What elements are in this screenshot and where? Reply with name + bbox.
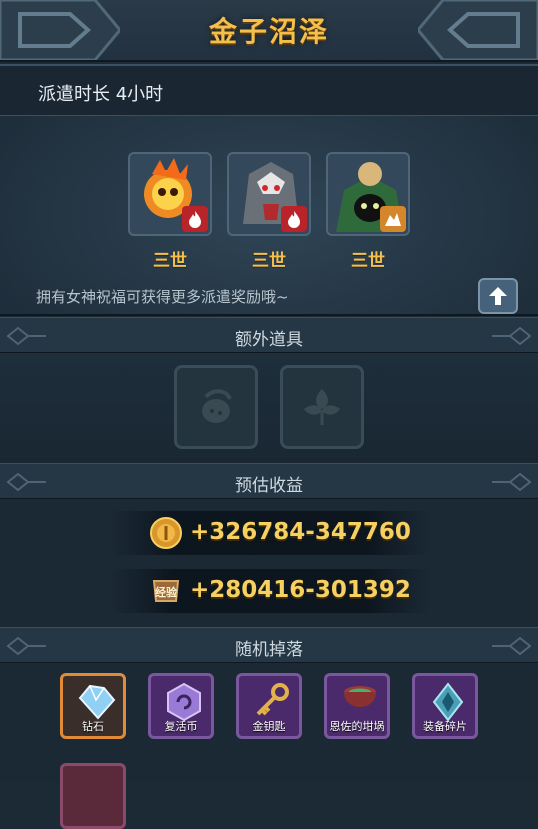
- drop-item-revive-coin[interactable]: 复活币: [148, 673, 214, 739]
- equipment-shard-icon: [432, 682, 464, 722]
- section-deco-right: [492, 326, 532, 346]
- drop-item-name: 复活币: [164, 720, 198, 733]
- extra-item-slot-1[interactable]: [174, 365, 258, 449]
- hero-label: 三世: [351, 251, 385, 271]
- dispatch-panel: 派遣时长 4小时 三世 三世 三世 拥有女神祝福可获得更多派遣奖励哦~: [0, 64, 538, 316]
- drop-item-gold-key[interactable]: 金钥匙: [236, 673, 302, 739]
- extra-item-slot-2[interactable]: [280, 365, 364, 449]
- extra-items-zone: [0, 353, 538, 463]
- income-title: 预估收益: [235, 476, 303, 496]
- income-header: 预估收益: [0, 463, 538, 499]
- hero-portrait: [128, 152, 212, 236]
- exp-income-row: 经验 +280416-301392: [110, 569, 430, 613]
- exp-icon: 经验: [152, 580, 180, 602]
- cauldron-icon: [344, 686, 376, 707]
- drop-item-cauldron[interactable]: 恩佐的坩埚: [324, 673, 390, 739]
- dispatch-header: 派遣时长 4小时: [0, 66, 538, 116]
- extra-items-header: 额外道具: [0, 317, 538, 353]
- exp-icon-label: 经验: [155, 585, 178, 599]
- hero-portrait: [227, 152, 311, 236]
- drops-header: 随机掉落: [0, 627, 538, 663]
- hero-card-2[interactable]: 三世: [227, 152, 311, 271]
- extra-items-title: 额外道具: [235, 330, 303, 350]
- drop-item-diamond[interactable]: 钻石: [60, 673, 126, 739]
- section-deco-right: [492, 472, 532, 492]
- title-bar: 金子沼泽: [0, 0, 538, 62]
- exp-income-value: +280416-301392: [190, 577, 411, 603]
- hero-label: 三世: [252, 251, 286, 271]
- drop-item-name: 钻石: [82, 720, 104, 733]
- drop-item-equipment-shard[interactable]: 装备碎片: [412, 673, 478, 739]
- hero-label: 三世: [153, 251, 187, 271]
- corner-ornament-right: [418, 0, 538, 60]
- income-zone: +326784-347760 经验 +280416-301392: [0, 499, 538, 627]
- drop-item-name: 恩佐的坩埚: [329, 720, 385, 733]
- hero-portrait: [326, 152, 410, 236]
- drop-item-name: 装备碎片: [423, 720, 467, 733]
- drop-item-partial[interactable]: [60, 763, 126, 829]
- blessing-hint-row: 拥有女神祝福可获得更多派遣奖励哦~: [0, 278, 538, 316]
- up-arrow-icon: [489, 287, 507, 305]
- gold-coin-icon: [150, 517, 182, 549]
- gold-income-row: +326784-347760: [110, 511, 430, 555]
- hero-card-3[interactable]: 三世: [326, 152, 410, 271]
- hero-card-1[interactable]: 三世: [128, 152, 212, 271]
- fruit-icon: [202, 389, 232, 423]
- leaf-icon: [304, 389, 340, 425]
- drop-item-name: 金钥匙: [252, 720, 286, 733]
- drops-zone: 钻石 复活币 金钥匙 恩佐的坩埚 装备碎片: [0, 663, 538, 829]
- diamond-icon: [78, 684, 116, 720]
- gold-income-value: +326784-347760: [190, 519, 411, 545]
- gold-key-icon: [256, 683, 289, 716]
- section-deco-right: [492, 636, 532, 656]
- revive-coin-icon: [167, 682, 201, 722]
- fire-icon: [281, 206, 307, 232]
- fire-icon: [182, 206, 208, 232]
- drops-title: 随机掉落: [235, 640, 303, 660]
- blessing-hint: 拥有女神祝福可获得更多派遣奖励哦~: [36, 288, 289, 306]
- blessing-up-button[interactable]: [478, 278, 518, 314]
- earth-icon: [380, 206, 406, 232]
- dispatch-duration: 派遣时长 4小时: [38, 84, 164, 105]
